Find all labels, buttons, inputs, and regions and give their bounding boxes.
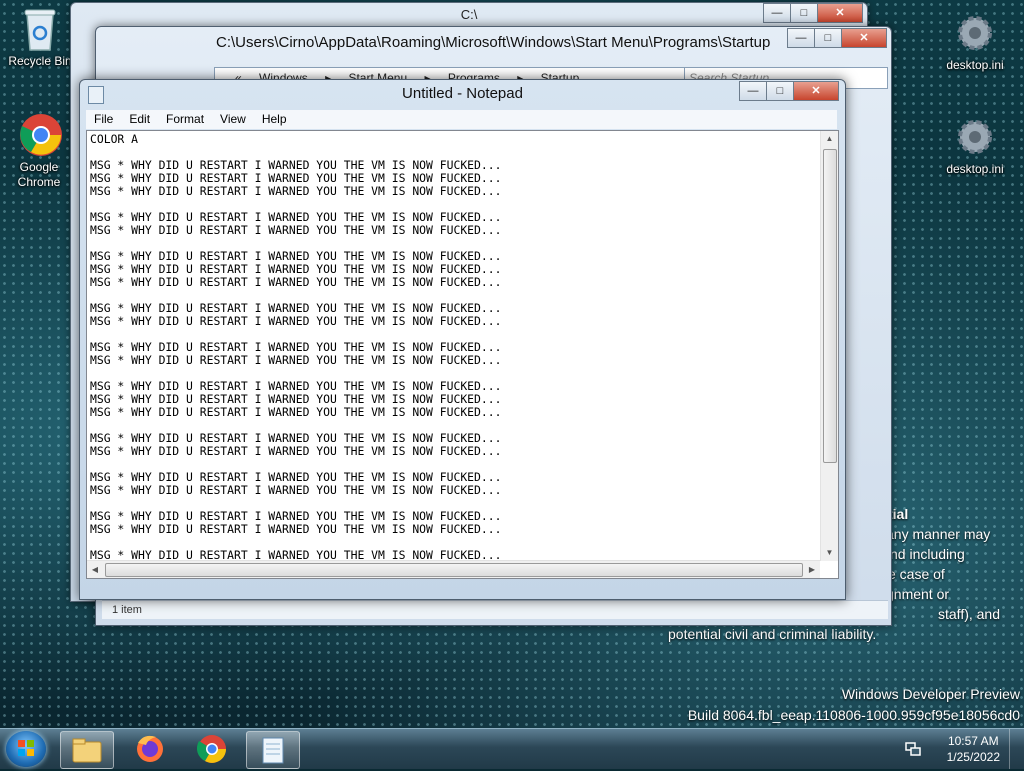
status-bar: 1 item	[102, 600, 888, 619]
caption-buttons: — □ ✕	[763, 3, 863, 23]
windows-logo-icon	[18, 740, 34, 756]
network-icon[interactable]	[904, 740, 922, 758]
minimize-button[interactable]: —	[739, 81, 767, 101]
window-title: C:\	[460, 7, 478, 22]
taskbar-firefox[interactable]	[124, 731, 176, 767]
caption-buttons: — □ ✕	[787, 28, 887, 48]
menu-help[interactable]: Help	[254, 110, 295, 129]
caption-buttons: — □ ✕	[739, 81, 839, 101]
notepad-icon	[262, 737, 284, 764]
start-button[interactable]	[6, 731, 46, 767]
window-title: Untitled - Notepad	[402, 85, 523, 102]
editor-content[interactable]: COLOR A MSG * WHY DID U RESTART I WARNED…	[90, 133, 818, 575]
build-watermark-line1: Windows Developer Preview	[841, 686, 1020, 702]
clock-date: 1/25/2022	[946, 750, 1000, 764]
maximize-button[interactable]: □	[814, 28, 842, 48]
recycle-bin-icon	[19, 6, 61, 52]
minimize-button[interactable]: —	[787, 28, 815, 48]
menu-file[interactable]: File	[86, 110, 121, 129]
menu-format[interactable]: Format	[158, 110, 212, 129]
license-line: nd including	[890, 546, 965, 562]
taskbar-notepad[interactable]	[246, 731, 300, 769]
chrome-icon	[18, 112, 62, 158]
desktop-icon-desktop-ini-2[interactable]: desktop.ini	[935, 114, 1015, 177]
close-button[interactable]: ✕	[817, 3, 863, 23]
clock-time: 10:57 AM	[947, 734, 999, 748]
desktop-icon-label: desktop.ini	[946, 58, 1004, 72]
chrome-icon	[196, 735, 226, 763]
scroll-right-arrow-icon[interactable]: ▶	[804, 561, 820, 578]
notepad-window[interactable]: Untitled - Notepad — □ ✕ File Edit Forma…	[79, 79, 846, 600]
window-title: C:\Users\Cirno\AppData\Roaming\Microsoft…	[216, 34, 771, 51]
desktop-icon-recycle-bin[interactable]: Recycle Bin	[0, 6, 80, 69]
clock[interactable]: 10:57 AM 1/25/2022	[947, 733, 1000, 765]
desktop-icon-chrome[interactable]: Google Chrome	[0, 112, 79, 190]
desktop-icon-desktop-ini-1[interactable]: desktop.ini	[935, 10, 1015, 73]
minimize-button[interactable]: —	[763, 3, 791, 23]
license-line: potential civil and criminal liability.	[668, 626, 877, 642]
taskbar: 10:57 AM 1/25/2022	[0, 728, 1024, 769]
system-tray: 10:57 AM 1/25/2022	[894, 729, 1024, 769]
show-desktop-button[interactable]	[1009, 729, 1024, 769]
desktop-icon-label: Recycle Bin	[8, 54, 72, 68]
build-watermark-line2: Build 8064.fbl_eeap.110806-1000.959cf95e…	[687, 707, 1020, 723]
desktop-icon-label-line1: Google	[19, 160, 59, 174]
scrollbar-thumb[interactable]	[823, 149, 837, 463]
license-line: staff), and	[938, 606, 1001, 622]
license-line: e case of	[888, 566, 945, 582]
taskbar-explorer[interactable]	[60, 731, 114, 769]
text-editor[interactable]: COLOR A MSG * WHY DID U RESTART I WARNED…	[86, 130, 839, 579]
menu-edit[interactable]: Edit	[121, 110, 158, 129]
scroll-down-arrow-icon[interactable]: ▼	[821, 545, 838, 561]
close-button[interactable]: ✕	[841, 28, 887, 48]
build-watermark: Windows Developer Preview Build 8064.fbl…	[688, 684, 1020, 726]
scroll-left-arrow-icon[interactable]: ◀	[87, 561, 103, 578]
maximize-button[interactable]: □	[766, 81, 794, 101]
desktop-icon-label: desktop.ini	[946, 162, 1004, 176]
settings-file-icon	[954, 10, 996, 56]
license-line: gnment or	[886, 586, 950, 602]
scrollbar-thumb[interactable]	[105, 563, 803, 577]
license-line: any manner may	[886, 526, 991, 542]
vertical-scrollbar[interactable]: ▲ ▼	[820, 131, 838, 561]
desktop-icon-label-line2: Chrome	[17, 175, 61, 189]
taskbar-chrome[interactable]	[186, 731, 238, 767]
maximize-button[interactable]: □	[790, 3, 818, 23]
close-button[interactable]: ✕	[793, 81, 839, 101]
desktop: Recycle Bin Google Chrome desktop.ini de…	[0, 0, 1024, 728]
settings-file-icon	[954, 114, 996, 160]
horizontal-scrollbar[interactable]: ◀ ▶	[87, 560, 820, 578]
scroll-up-arrow-icon[interactable]: ▲	[821, 131, 838, 147]
file-explorer-icon	[72, 738, 102, 763]
firefox-icon	[137, 735, 163, 762]
menu-view[interactable]: View	[212, 110, 254, 129]
menu-bar: File Edit Format View Help	[86, 110, 837, 129]
